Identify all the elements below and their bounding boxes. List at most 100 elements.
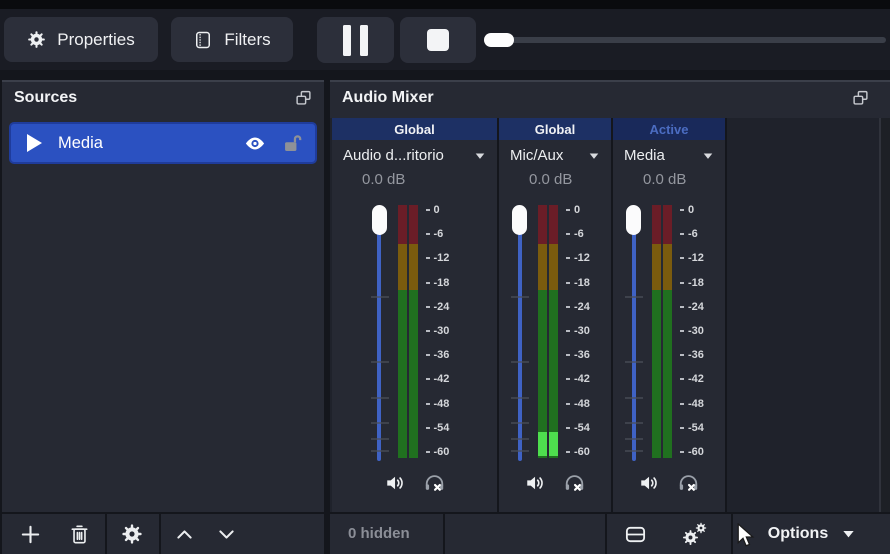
channel-name: Mic/Aux: [510, 147, 564, 164]
level-meter-bar-left: [397, 205, 407, 458]
channel-volume-label: 0.0 dB: [362, 171, 406, 188]
advanced-audio-properties-button[interactable]: [682, 522, 708, 546]
channel-volume-label: 0.0 dB: [643, 171, 687, 188]
pause-button[interactable]: [317, 17, 394, 63]
channel-name: Media: [624, 147, 665, 164]
monitor-off-headphones-icon[interactable]: [423, 472, 445, 494]
unlock-icon[interactable]: [282, 133, 303, 154]
hidden-count-label: 0 hidden: [348, 525, 410, 542]
channel-volume-label: 0.0 dB: [529, 171, 573, 188]
move-source-up-button[interactable]: [174, 524, 195, 545]
scale-tick-label: -18: [566, 277, 590, 289]
mute-speaker-icon[interactable]: [525, 472, 547, 494]
volume-slider[interactable]: [625, 205, 643, 463]
scale-tick-label: -24: [680, 301, 704, 313]
volume-slider[interactable]: [511, 205, 529, 463]
mixer-tabs: Global Global Active: [330, 118, 890, 140]
source-item-label: Media: [58, 133, 103, 152]
scale-tick-label: -48: [566, 398, 590, 410]
scale-tick-label: -54: [426, 422, 450, 434]
scale-tick-label: -18: [426, 277, 450, 289]
scale-tick-label: -12: [680, 252, 704, 264]
mixer-layout-toggle-button[interactable]: [624, 523, 647, 546]
scale-tick-label: 0: [566, 204, 580, 216]
visibility-eye-icon[interactable]: [243, 133, 267, 154]
slider-tick: [511, 296, 529, 298]
remove-source-button[interactable]: [68, 523, 91, 546]
stop-button[interactable]: [400, 17, 476, 63]
meter-active-level: [538, 431, 547, 456]
scale-tick-label: 0: [426, 204, 440, 216]
volume-slider-handle[interactable]: [626, 205, 641, 235]
slider-tick: [511, 450, 529, 452]
scale-tick-label: -36: [680, 349, 704, 361]
seek-slider-track[interactable]: [486, 37, 886, 43]
volume-slider[interactable]: [370, 205, 389, 463]
level-meter: [538, 205, 558, 458]
properties-button[interactable]: Properties: [4, 17, 158, 62]
add-source-button[interactable]: [19, 523, 42, 546]
mixer-tab-badge: Active: [613, 118, 727, 140]
volume-slider-handle[interactable]: [512, 205, 527, 235]
move-source-down-button[interactable]: [216, 524, 237, 545]
level-meter-bar-right: [663, 205, 672, 458]
level-meter-bar-right: [408, 205, 418, 458]
slider-tick: [625, 450, 643, 452]
mixer-channels: Audio d...ritorio 0.0 dB 0 -6 -12 -18 -2…: [330, 140, 890, 512]
seek-slider-handle[interactable]: [484, 33, 514, 47]
scale-tick-label: -60: [680, 446, 704, 458]
source-item-media[interactable]: Media: [9, 122, 317, 164]
meter-scale: 0 -6 -12 -18 -24 -30 -36 -42 -48 -54 -60: [566, 204, 598, 458]
filters-button[interactable]: Filters: [171, 17, 293, 62]
options-button[interactable]: Options: [734, 514, 890, 554]
scale-tick-label: -36: [426, 349, 450, 361]
audio-mixer-title: Audio Mixer: [342, 89, 434, 106]
toolbar-separator: [443, 514, 445, 554]
scale-tick-label: -42: [680, 373, 704, 385]
mixer-channel: Media 0.0 dB 0 -6 -12 -18 -24 -30 -36 -4…: [613, 140, 727, 512]
monitor-off-headphones-icon[interactable]: [564, 472, 586, 494]
mixer-toolbar: 0 hidden Options: [330, 512, 890, 554]
slider-tick: [511, 422, 529, 424]
scale-tick-label: -48: [680, 398, 704, 410]
channel-name-dropdown[interactable]: Audio d...ritorio: [332, 140, 497, 164]
slider-tick: [511, 361, 529, 363]
popout-icon[interactable]: [852, 90, 869, 106]
toolbar-separator: [605, 514, 607, 554]
scale-tick-label: -30: [566, 325, 590, 337]
filter-icon: [193, 30, 213, 50]
channel-meter-group: 0 -6 -12 -18 -24 -30 -36 -42 -48 -54 -60: [511, 204, 598, 463]
scale-tick-label: -48: [426, 398, 450, 410]
sources-panel-title: Sources: [14, 89, 78, 106]
mute-speaker-icon[interactable]: [384, 472, 406, 494]
gear-icon: [695, 522, 707, 534]
popout-icon[interactable]: [295, 90, 312, 106]
slider-tick: [625, 438, 643, 440]
volume-slider-handle[interactable]: [371, 205, 387, 235]
slider-tick: [511, 397, 529, 399]
toolbar-separator: [731, 514, 733, 554]
filters-button-label: Filters: [224, 29, 271, 49]
mute-speaker-icon[interactable]: [639, 472, 661, 494]
chevron-down-icon: [702, 151, 714, 161]
top-toolbar: Properties Filters: [0, 9, 890, 70]
channel-name-dropdown[interactable]: Mic/Aux: [499, 140, 611, 164]
play-icon: [27, 134, 42, 152]
media-seek-slider[interactable]: [484, 33, 886, 47]
mixer-tab-label: Global: [534, 121, 576, 137]
scale-tick-label: -42: [426, 373, 450, 385]
scale-tick-label: -30: [680, 325, 704, 337]
monitor-off-headphones-icon[interactable]: [678, 472, 700, 494]
scrollbar[interactable]: [879, 118, 890, 512]
channel-name: Audio d...ritorio: [343, 147, 444, 164]
channel-name-dropdown[interactable]: Media: [613, 140, 725, 164]
scale-tick-label: -60: [426, 446, 450, 458]
source-properties-gear-button[interactable]: [121, 523, 143, 545]
obs-window: Properties Filters Sources Media Audio M…: [0, 0, 890, 554]
level-meter: [652, 205, 672, 458]
channel-meter-group: 0 -6 -12 -18 -24 -30 -36 -42 -48 -54 -60: [370, 204, 458, 463]
chevron-down-icon: [588, 151, 600, 161]
level-meter-bar-right: [549, 205, 558, 458]
mouse-cursor: [736, 523, 755, 550]
slider-tick: [625, 361, 643, 363]
